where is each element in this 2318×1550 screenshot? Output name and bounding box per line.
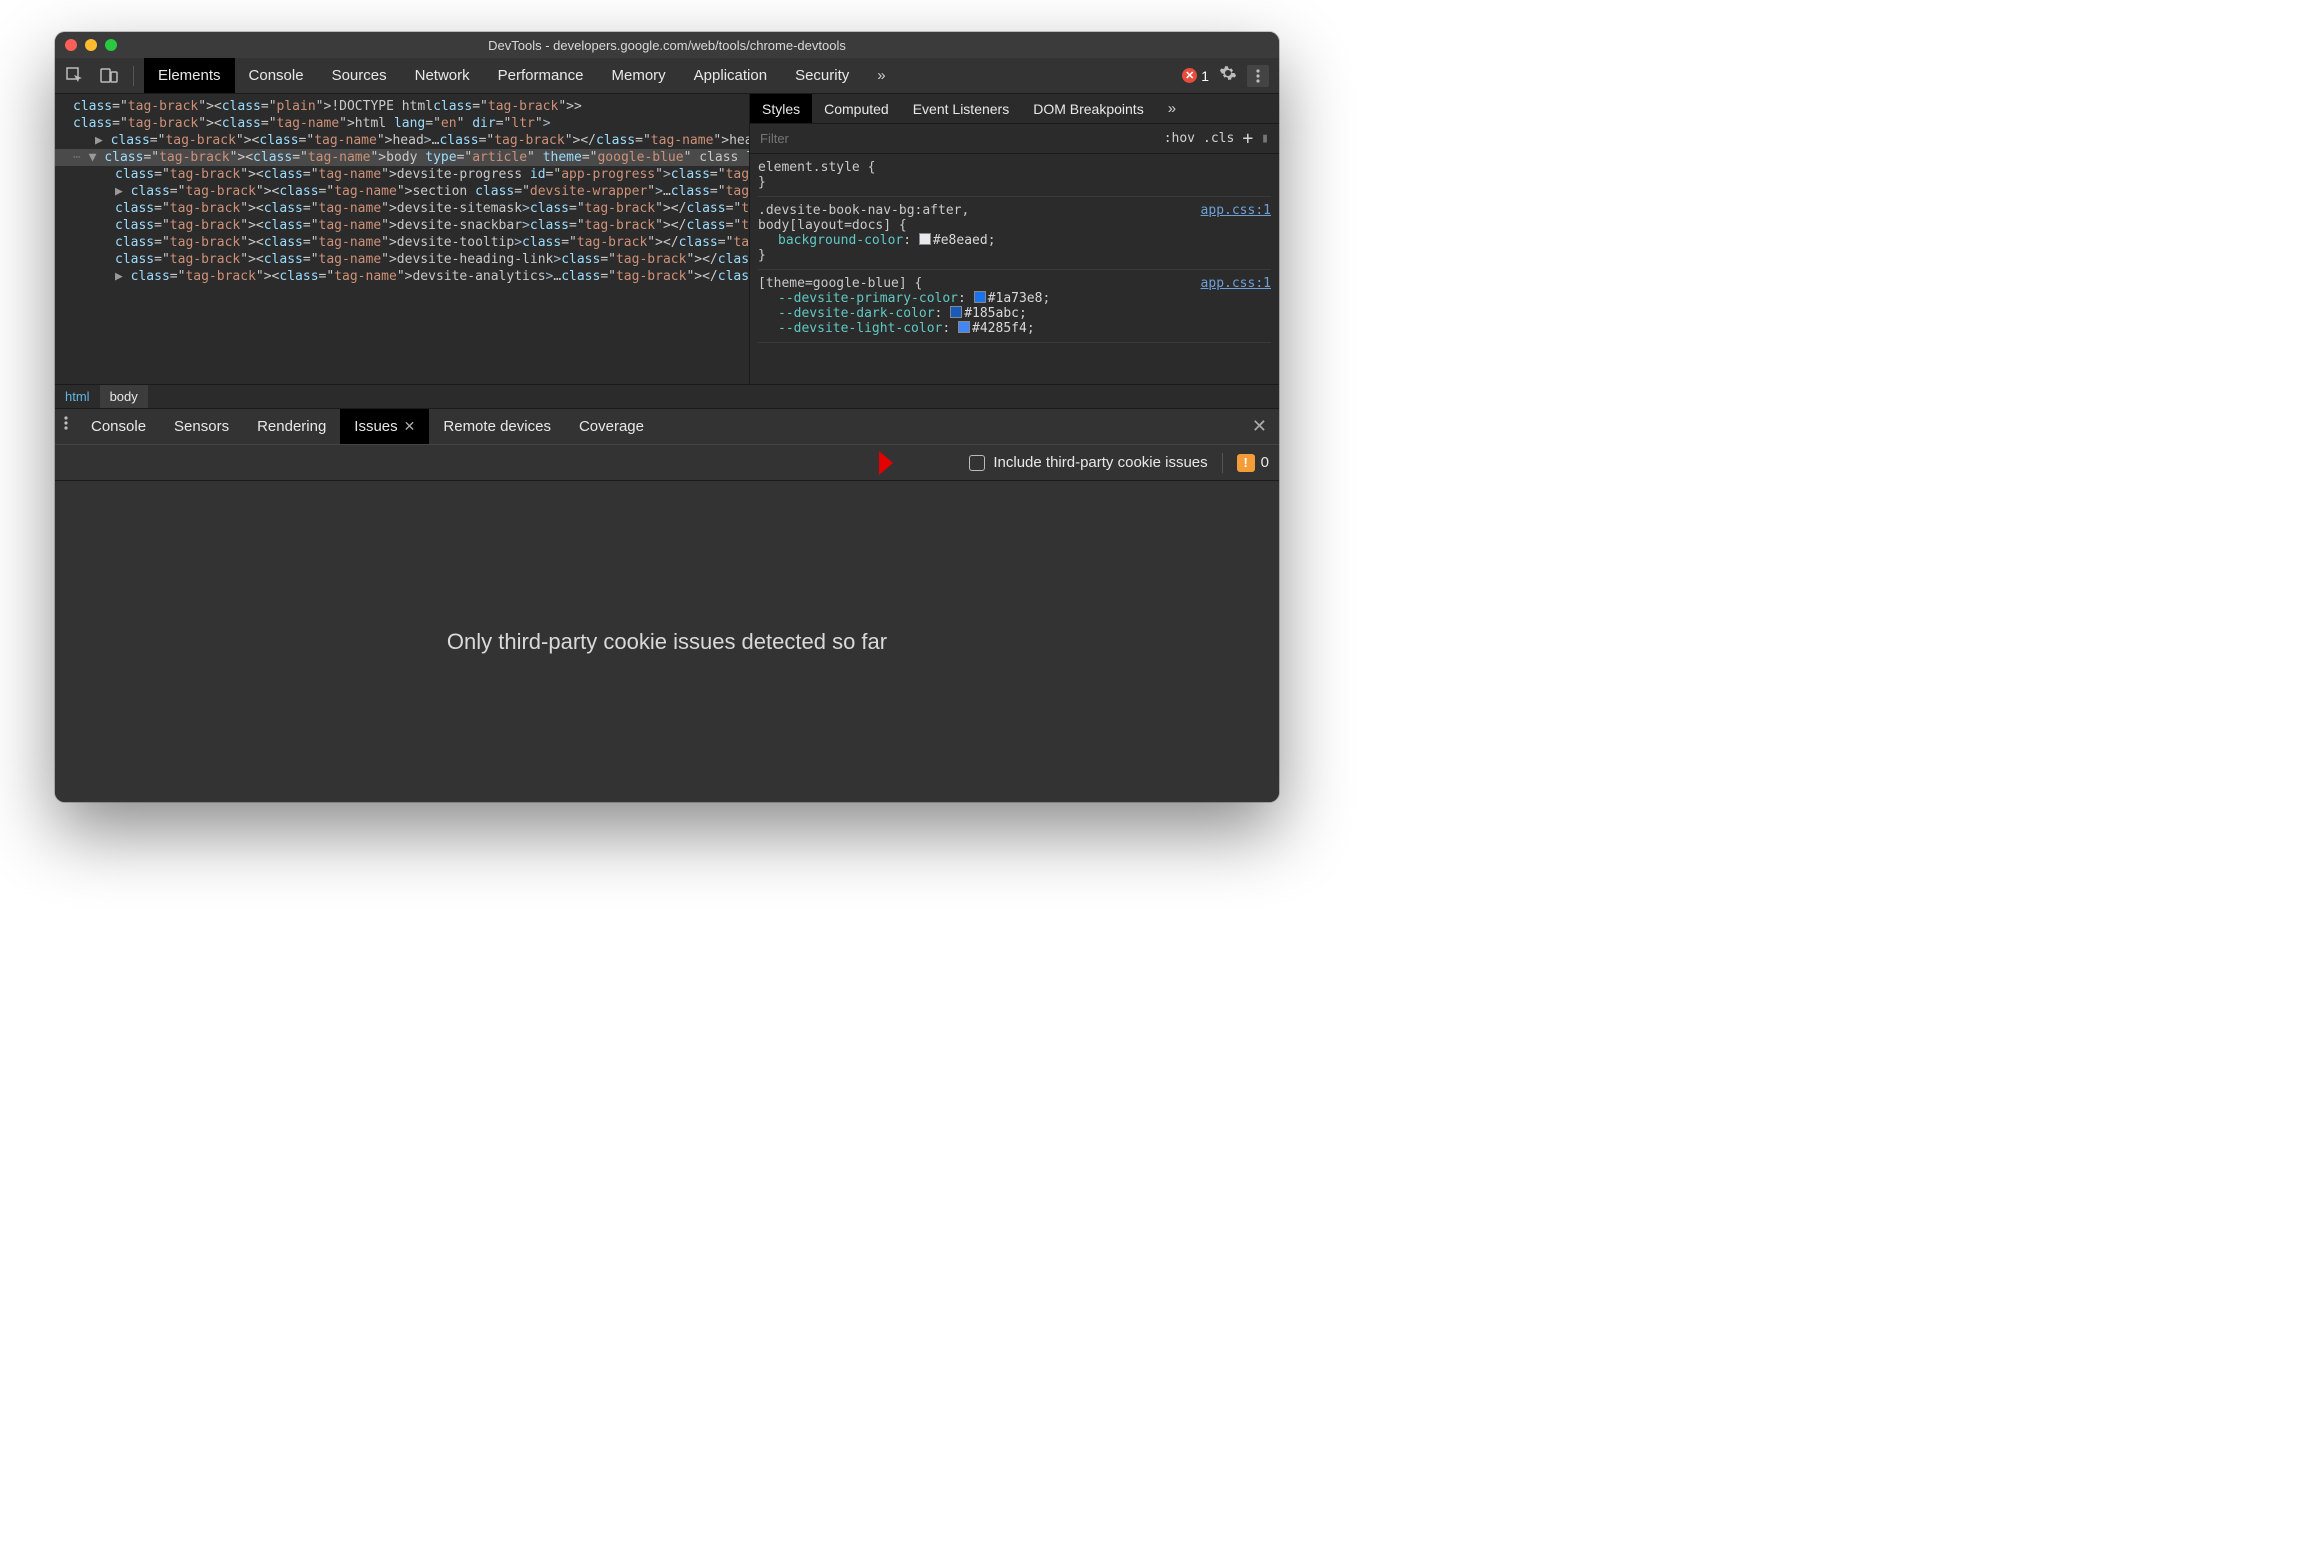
drawer-kebab-icon[interactable] <box>55 409 77 437</box>
devtools-window: DevTools - developers.google.com/web/too… <box>55 32 1279 802</box>
tab-elements[interactable]: Elements <box>144 58 235 93</box>
dom-breadcrumb: html body <box>55 384 1279 408</box>
css-source-link[interactable]: app.css:1 <box>1201 276 1271 291</box>
dom-node[interactable]: ⋯ ▼ class="tag-brack"><class="tag-name">… <box>55 149 749 166</box>
tab-security[interactable]: Security <box>781 58 863 93</box>
elements-dom-tree[interactable]: class="tag-brack"><class="plain">!DOCTYP… <box>55 94 749 384</box>
checkbox-icon[interactable] <box>969 455 985 471</box>
tab-network[interactable]: Network <box>401 58 484 93</box>
styles-tab-event-listeners[interactable]: Event Listeners <box>901 94 1022 123</box>
styles-tabs: StylesComputedEvent ListenersDOM Breakpo… <box>750 94 1279 124</box>
issues-count-value: 0 <box>1261 454 1269 471</box>
divider <box>133 66 134 86</box>
cls-toggle[interactable]: .cls <box>1203 131 1234 146</box>
styles-tab-computed[interactable]: Computed <box>812 94 901 123</box>
drawer-tabs: ConsoleSensorsRenderingIssues✕Remote dev… <box>55 409 1279 445</box>
css-rule[interactable]: app.css:1.devsite-book-nav-bg:after,body… <box>758 201 1271 270</box>
issues-warning-icon: ! <box>1237 454 1255 472</box>
styles-panel: StylesComputedEvent ListenersDOM Breakpo… <box>749 94 1279 384</box>
tabs-overflow-icon[interactable]: » <box>863 58 899 93</box>
error-count: 1 <box>1201 68 1209 84</box>
close-tab-icon[interactable]: ✕ <box>404 418 416 435</box>
tab-memory[interactable]: Memory <box>598 58 680 93</box>
styles-filter-input[interactable] <box>750 131 1154 146</box>
window-titlebar: DevTools - developers.google.com/web/too… <box>55 32 1279 58</box>
tab-application[interactable]: Application <box>680 58 781 93</box>
css-rule[interactable]: app.css:1[theme=google-blue] {--devsite-… <box>758 274 1271 343</box>
tab-performance[interactable]: Performance <box>484 58 598 93</box>
styles-tab-styles[interactable]: Styles <box>750 94 812 123</box>
drawer-tab-remote-devices[interactable]: Remote devices <box>429 409 565 444</box>
third-party-checkbox-wrap[interactable]: Include third-party cookie issues <box>969 454 1207 471</box>
dom-node[interactable]: class="tag-brack"><class="tag-name">devs… <box>55 217 749 234</box>
drawer-tab-rendering[interactable]: Rendering <box>243 409 340 444</box>
scrollbar-icon[interactable]: ▮ <box>1261 131 1269 146</box>
styles-filter-bar: :hov .cls + ▮ <box>750 124 1279 154</box>
dom-node[interactable]: ▶ class="tag-brack"><class="tag-name">he… <box>55 132 749 149</box>
issues-body: Only third-party cookie issues detected … <box>55 481 1279 802</box>
drawer-close-icon[interactable]: ✕ <box>1240 409 1279 444</box>
tab-sources[interactable]: Sources <box>318 58 401 93</box>
drawer-tab-coverage[interactable]: Coverage <box>565 409 658 444</box>
hov-toggle[interactable]: :hov <box>1164 131 1195 146</box>
issues-toolbar: Include third-party cookie issues ! 0 <box>55 445 1279 481</box>
css-source-link[interactable]: app.css:1 <box>1201 203 1271 218</box>
styles-tabs-overflow-icon[interactable]: » <box>1156 94 1188 123</box>
divider <box>1222 453 1223 473</box>
main-split: class="tag-brack"><class="plain">!DOCTYP… <box>55 94 1279 384</box>
device-mode-icon[interactable] <box>95 62 123 90</box>
styles-tab-dom-breakpoints[interactable]: DOM Breakpoints <box>1021 94 1155 123</box>
dom-node[interactable]: class="tag-brack"><class="plain">!DOCTYP… <box>55 98 749 115</box>
tab-console[interactable]: Console <box>235 58 318 93</box>
dom-node[interactable]: ▶ class="tag-brack"><class="tag-name">de… <box>55 268 749 285</box>
drawer-tab-console[interactable]: Console <box>77 409 160 444</box>
dom-node[interactable]: class="tag-brack"><class="tag-name">html… <box>55 115 749 132</box>
error-count-badge[interactable]: ✕ 1 <box>1182 68 1209 84</box>
main-toolbar: ElementsConsoleSourcesNetworkPerformance… <box>55 58 1279 94</box>
issues-empty-message: Only third-party cookie issues detected … <box>447 629 887 655</box>
dom-node[interactable]: class="tag-brack"><class="tag-name">devs… <box>55 251 749 268</box>
breadcrumb-body[interactable]: body <box>100 385 148 408</box>
drawer-panel: ConsoleSensorsRenderingIssues✕Remote dev… <box>55 408 1279 802</box>
drawer-tab-sensors[interactable]: Sensors <box>160 409 243 444</box>
drawer-tab-issues[interactable]: Issues✕ <box>340 409 429 444</box>
kebab-menu-icon[interactable] <box>1247 65 1269 87</box>
third-party-checkbox-label: Include third-party cookie issues <box>993 454 1207 471</box>
css-rule[interactable]: element.style {} <box>758 158 1271 197</box>
breadcrumb-html[interactable]: html <box>55 385 100 408</box>
settings-gear-icon[interactable] <box>1219 64 1237 87</box>
annotation-arrow-icon <box>835 443 895 487</box>
styles-rules[interactable]: element.style {} app.css:1.devsite-book-n… <box>750 154 1279 384</box>
dom-node[interactable]: class="tag-brack"><class="tag-name">devs… <box>55 234 749 251</box>
inspect-icon[interactable] <box>61 62 89 90</box>
dom-node[interactable]: ▶ class="tag-brack"><class="tag-name">se… <box>55 183 749 200</box>
main-tabs: ElementsConsoleSourcesNetworkPerformance… <box>144 58 863 93</box>
issues-count[interactable]: ! 0 <box>1237 454 1269 472</box>
dom-node[interactable]: class="tag-brack"><class="tag-name">devs… <box>55 200 749 217</box>
error-icon: ✕ <box>1182 68 1197 83</box>
window-title: DevTools - developers.google.com/web/too… <box>55 38 1279 53</box>
dom-node[interactable]: class="tag-brack"><class="tag-name">devs… <box>55 166 749 183</box>
new-style-rule-icon[interactable]: + <box>1242 130 1253 148</box>
